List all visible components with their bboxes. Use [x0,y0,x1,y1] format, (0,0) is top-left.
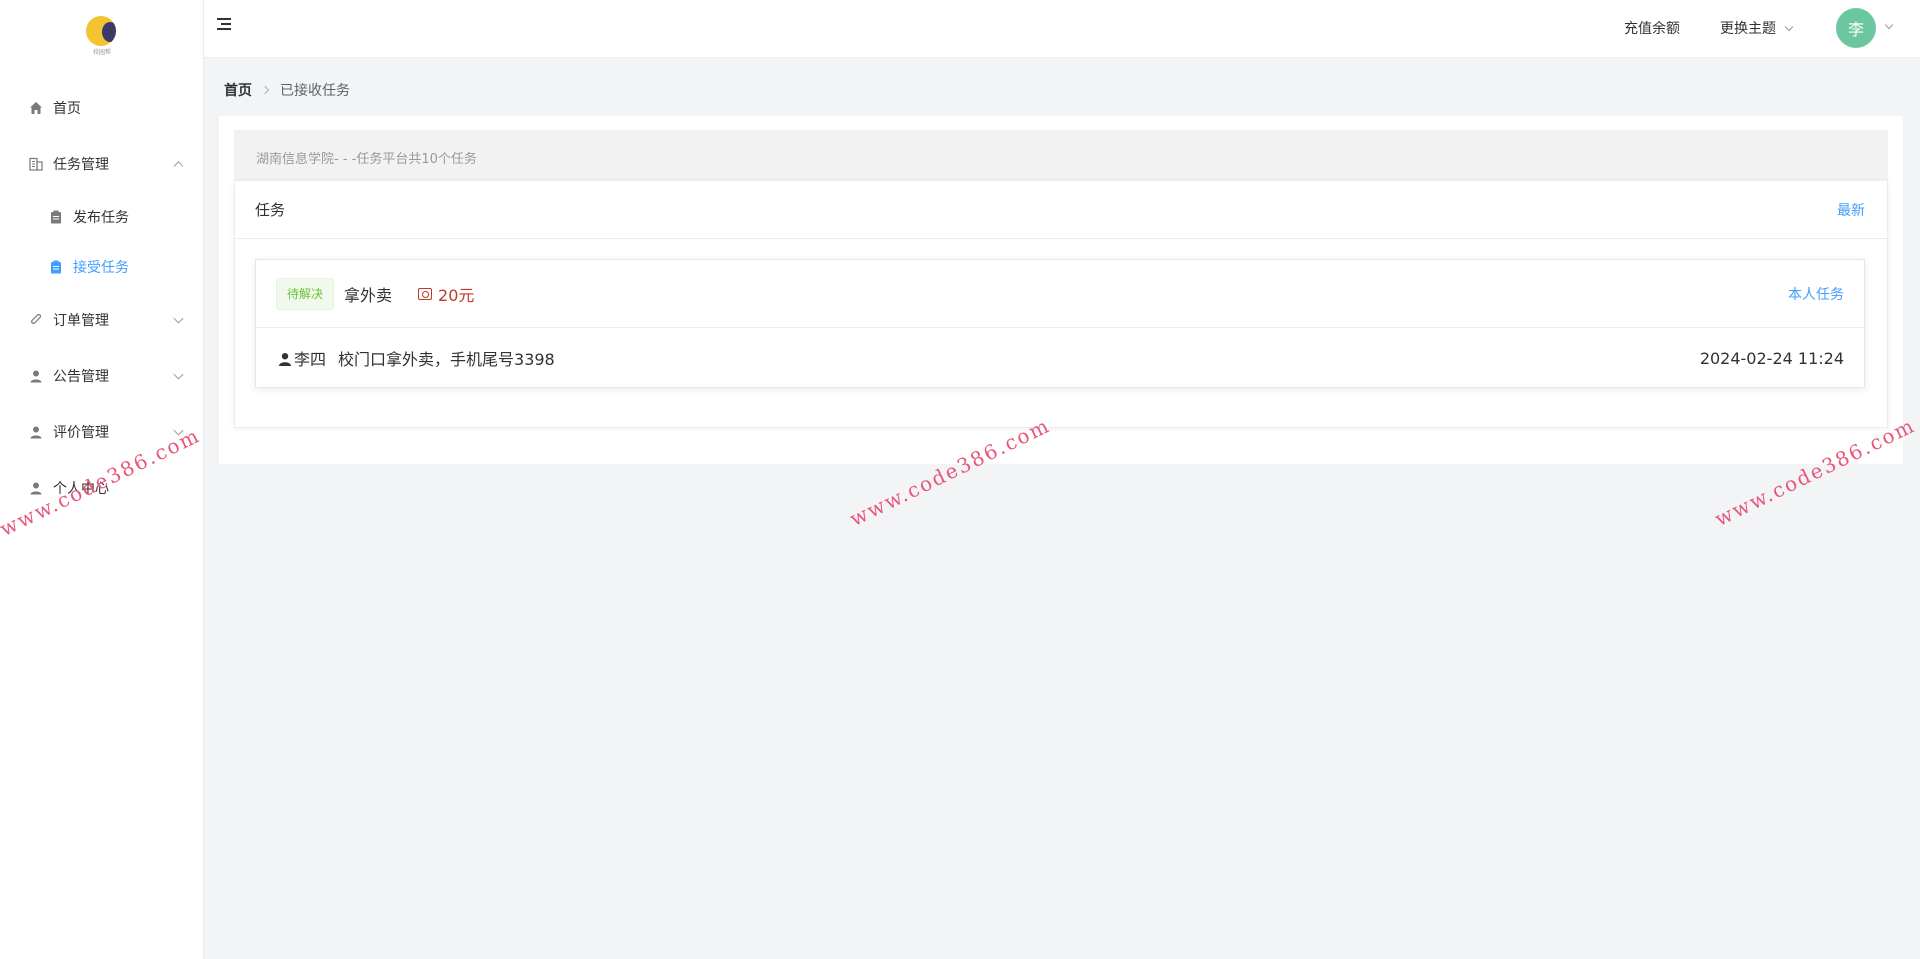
task-user: 李四 [294,350,327,369]
logo-mark [86,16,116,46]
content-panel: 湖南信息学院- - -任务平台共10个任务 任务 最新 待解决 拿外卖 20元 … [219,116,1903,464]
sidebar-item-label: 首页 [53,101,81,117]
user-icon [28,424,44,440]
user-icon [28,368,44,384]
menu-toggle-icon[interactable] [217,18,233,34]
avatar[interactable]: 李 [1836,8,1876,48]
task-price-value: 20元 [438,285,475,305]
task-list-title: 任务 [255,201,286,219]
task-time: 2024-02-24 11:24 [1699,348,1844,368]
clipboard-icon [48,259,64,275]
sidebar-item-label: 发布任务 [73,210,129,226]
chevron-down-icon [173,369,184,380]
change-theme-label: 更换主题 [1720,21,1776,37]
sidebar-item-order-management[interactable]: 订单管理 [0,292,204,348]
money-icon [418,287,433,300]
building-icon [28,156,44,172]
own-task-link[interactable]: 本人任务 [1788,284,1844,304]
change-theme-dropdown[interactable]: 更换主题 [1720,18,1794,38]
main-content: 首页 已接收任务 湖南信息学院- - -任务平台共10个任务 任务 最新 待解决… [204,58,1920,959]
task-price: 20元 [418,282,474,306]
sidebar-item-label: 公告管理 [53,369,109,385]
status-badge: 待解决 [276,277,335,310]
sidebar-item-label: 接受任务 [73,260,129,276]
breadcrumb: 首页 已接收任务 [224,80,350,100]
chevron-up-icon [173,161,184,172]
task-item-body: 李四 校门口拿外卖，手机尾号3398 2024-02-24 11:24 [256,328,1864,388]
task-description: 校门口拿外卖，手机尾号3398 [338,350,555,369]
app-logo[interactable]: 校园帮 [86,16,118,56]
paperclip-icon [28,312,44,328]
task-name: 拿外卖 [344,285,393,305]
chevron-down-icon [173,313,184,324]
chevron-down-icon [1784,22,1794,32]
task-list-card: 任务 最新 待解决 拿外卖 20元 本人任务 李四 校门口拿外卖，手机尾号339… [234,180,1888,428]
breadcrumb-home[interactable]: 首页 [224,80,252,100]
sidebar-item-label: 订单管理 [53,313,109,329]
latest-link[interactable]: 最新 [1837,200,1865,220]
sidebar-item-publish-task[interactable]: 发布任务 [0,192,204,242]
user-icon [278,351,292,366]
sidebar-item-task-management[interactable]: 任务管理 [0,136,204,192]
task-submenu: 发布任务 接受任务 [0,192,204,292]
sidebar-item-label: 评价管理 [53,425,109,441]
task-list-header: 任务 最新 [235,181,1887,239]
top-header: 充值余额 更换主题 李 [204,0,1920,58]
user-icon [28,480,44,496]
logo-caption: 校园帮 [92,49,111,56]
chevron-down-icon[interactable] [1884,20,1894,30]
clipboard-icon [48,209,64,225]
recharge-balance-button[interactable]: 充值余额 [1624,18,1680,38]
breadcrumb-current: 已接收任务 [280,83,350,99]
task-count-notice: 湖南信息学院- - -任务平台共10个任务 [234,130,1888,180]
sidebar-item-announcement-management[interactable]: 公告管理 [0,348,204,404]
task-item[interactable]: 待解决 拿外卖 20元 本人任务 李四 校门口拿外卖，手机尾号3398 2024… [255,259,1865,388]
chevron-right-icon [260,85,270,95]
home-icon [28,100,44,116]
sidebar-item-home[interactable]: 首页 [0,80,204,136]
sidebar-item-label: 任务管理 [53,157,109,173]
sidebar-item-accept-task[interactable]: 接受任务 [0,242,204,292]
task-item-header: 待解决 拿外卖 20元 本人任务 [256,260,1864,328]
